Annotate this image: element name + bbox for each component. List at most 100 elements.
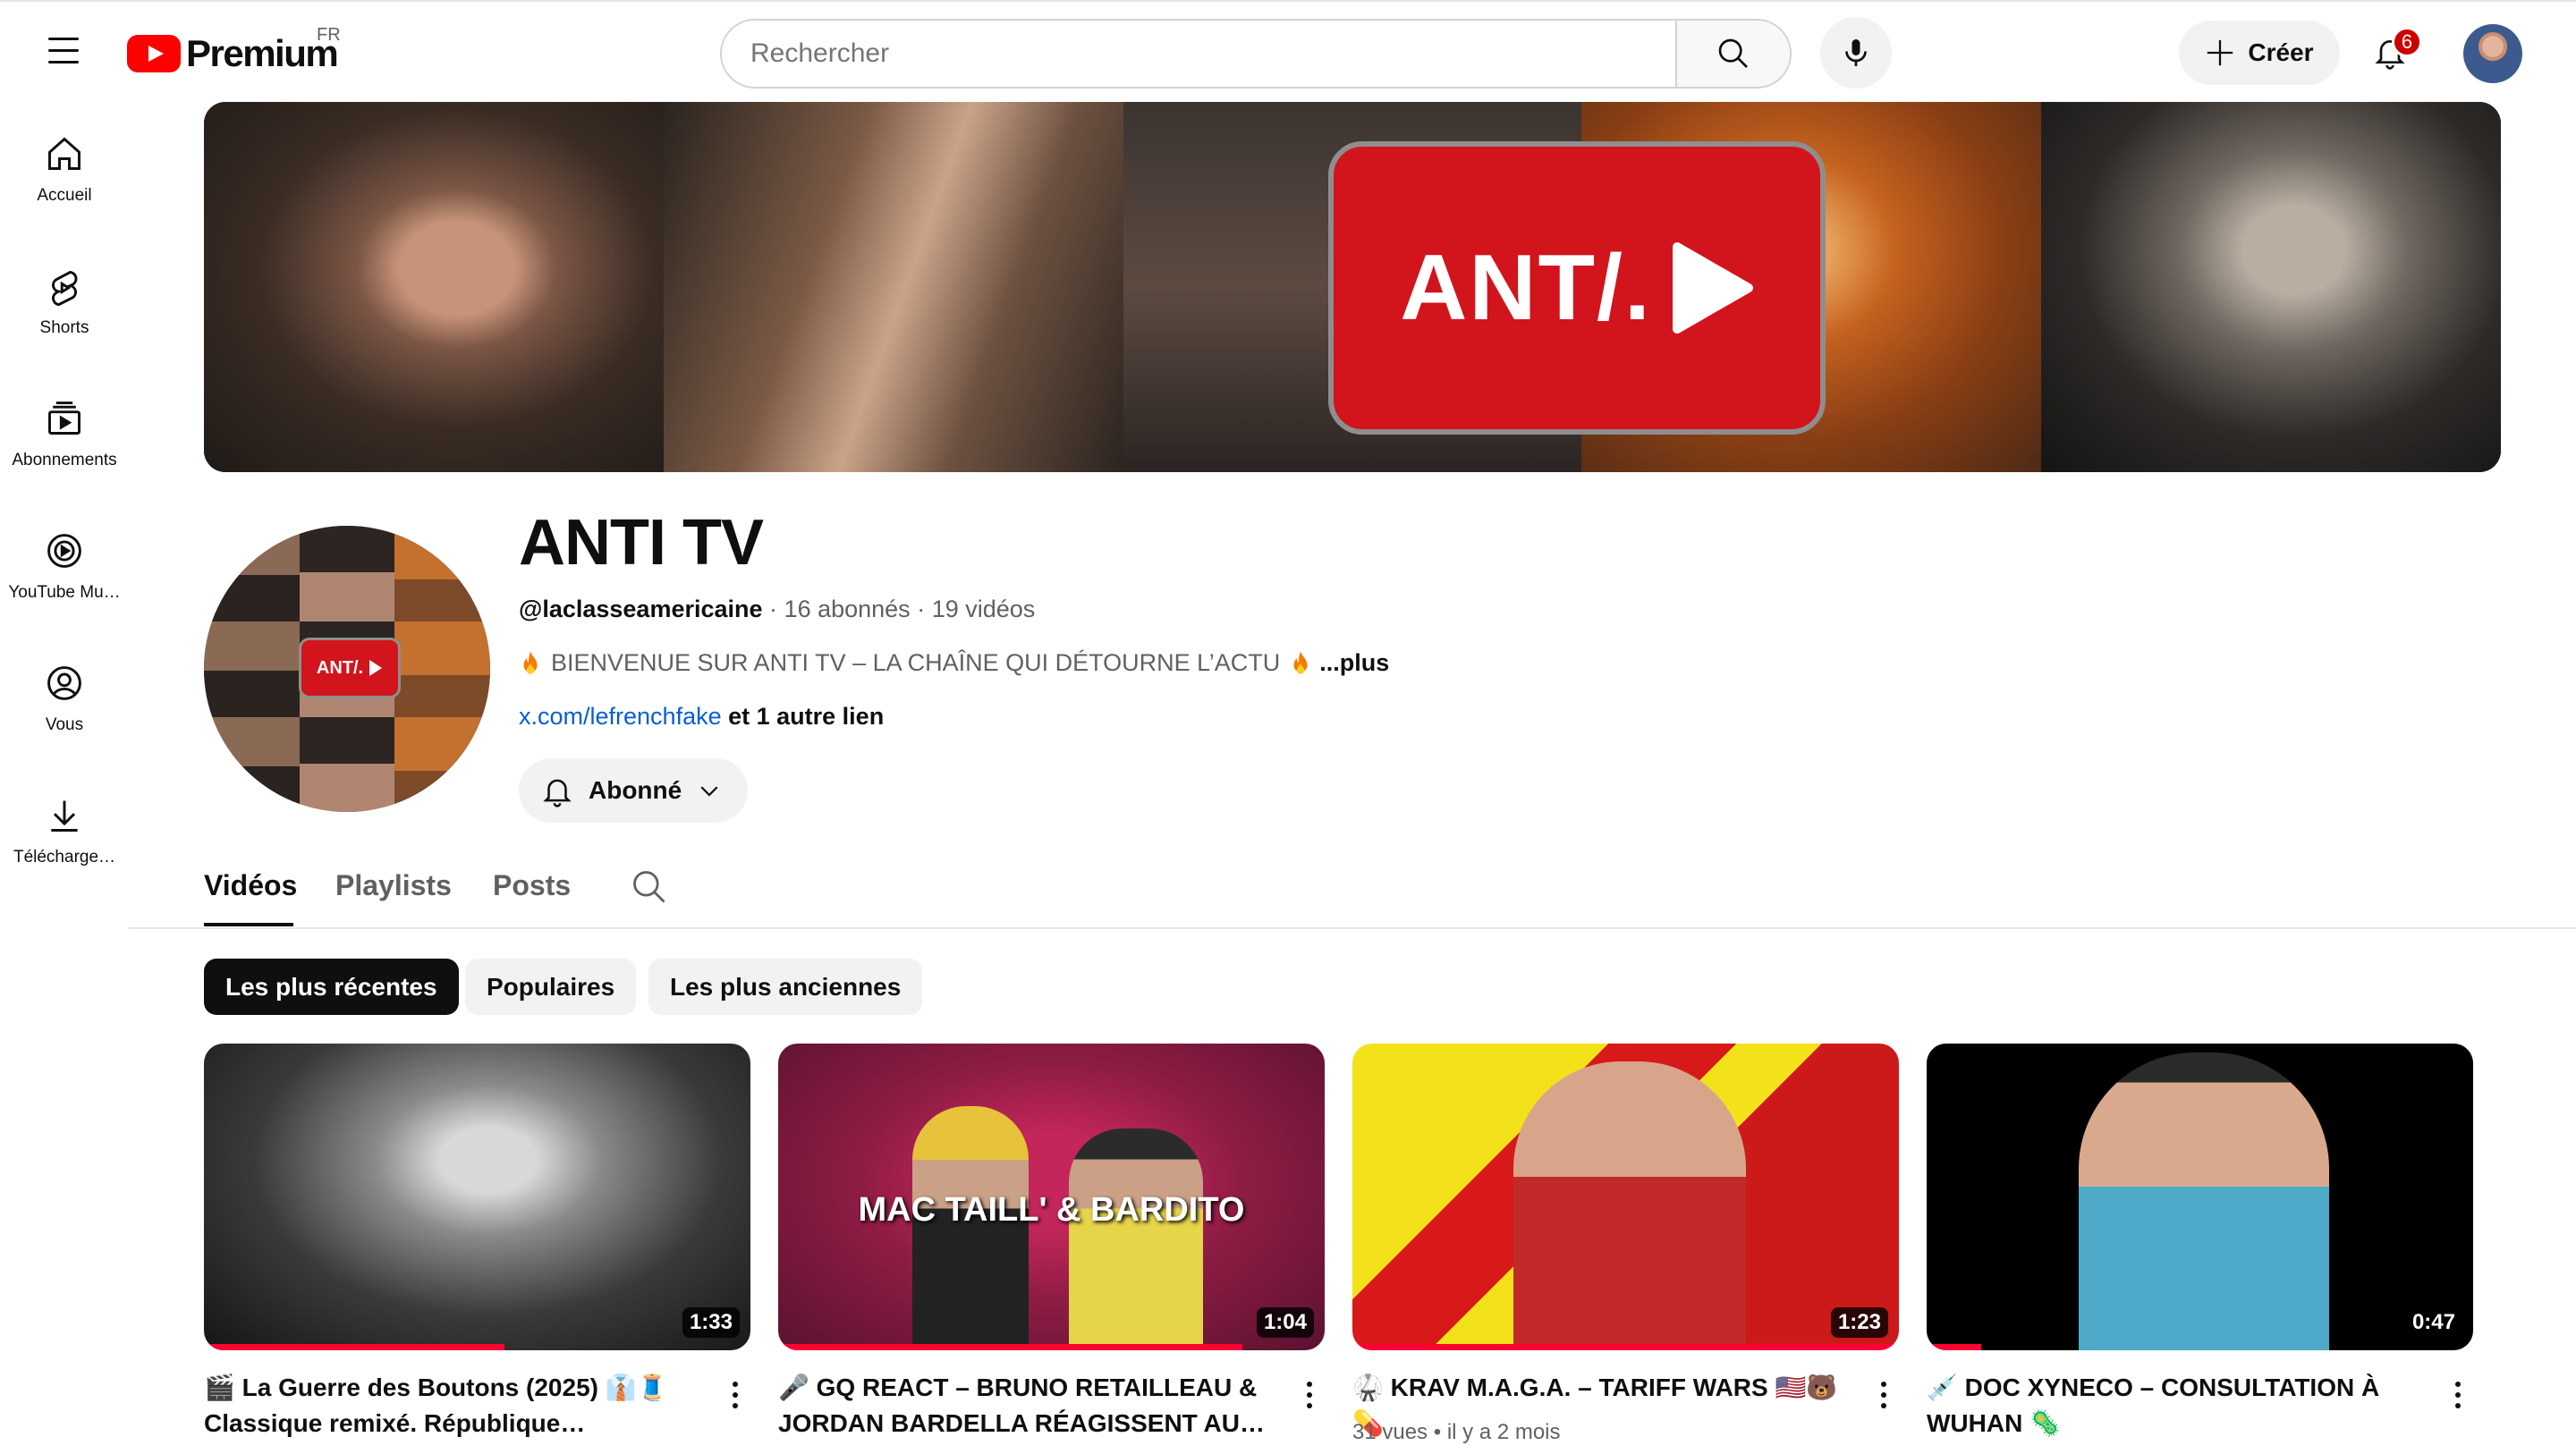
video-views: 31 vues (1352, 1420, 1428, 1444)
video-duration: 0:47 (2404, 1307, 2462, 1338)
chip-popular[interactable]: Populaires (465, 959, 637, 1015)
video-meta: 31 vues • il y a 2 mois (1352, 1420, 1561, 1444)
tab-posts[interactable]: Posts (493, 869, 571, 902)
guide-label: Télécharge… (13, 848, 116, 866)
guide-item-shorts[interactable]: Shorts (0, 266, 129, 392)
avatar-logo: ANT/. (299, 638, 401, 698)
banner-photo (664, 102, 1123, 472)
banner-logo-text: ANT/. (1400, 235, 1652, 340)
banner-photo (204, 102, 664, 472)
play-icon (1672, 242, 1753, 334)
video-duration: 1:33 (682, 1307, 740, 1338)
thumbnail-person (1513, 1061, 1746, 1350)
more-vert-icon (1881, 1382, 1886, 1408)
more-vert-icon (1307, 1382, 1312, 1408)
channel-avatar[interactable]: ANT/. (204, 526, 490, 812)
thumbnail-text: MAC TAILL' & BARDITO (858, 1191, 1245, 1229)
video-duration: 1:23 (1830, 1307, 1888, 1338)
fire-icon (523, 650, 538, 674)
create-label: Créer (2248, 38, 2314, 66)
channel-description[interactable]: BIENVENUE SUR ANTI TV – LA CHAÎNE QUI DÉ… (519, 649, 1389, 677)
video-menu-button[interactable] (1292, 1377, 1327, 1413)
video-thumbnail[interactable]: 1:33 (204, 1044, 750, 1350)
channel-name: ANTI TV (519, 507, 764, 579)
channel-banner: ANT/. (204, 102, 2501, 472)
watch-progress (1352, 1344, 1899, 1350)
shorts-icon (52, 270, 78, 306)
video-count: 19 vidéos (931, 596, 1036, 622)
channel-meta: @laclasseamericaine · 16 abonnés · 19 vi… (519, 596, 1036, 622)
video-title[interactable]: 💉 DOC XYNECO – CONSULTATION À WUHAN 🦠 (1927, 1370, 2417, 1441)
search-button[interactable] (1675, 21, 1790, 87)
guide-label: Accueil (37, 186, 92, 205)
youtube-premium-logo[interactable]: Premium (127, 29, 339, 79)
video-thumbnail[interactable]: 1:23 (1352, 1044, 1899, 1350)
home-icon (48, 137, 80, 170)
thumbnail-person (2079, 1052, 2329, 1350)
watch-progress (1927, 1344, 1982, 1350)
guide-label: Vous (45, 715, 84, 734)
masthead: Premium FR Créer 6 (0, 0, 2576, 100)
watch-progress (778, 1344, 1243, 1350)
banner-photo (2041, 102, 2501, 472)
bell-icon (543, 779, 572, 807)
subscriptions-icon (48, 402, 80, 435)
guide-label: Shorts (39, 318, 89, 337)
video-age: il y a 2 mois (1446, 1420, 1561, 1444)
download-icon (51, 800, 78, 832)
video-menu-button[interactable] (2440, 1377, 2476, 1413)
description-text: BIENVENUE SUR ANTI TV – LA CHAÎNE QUI DÉ… (551, 649, 1281, 676)
channel-search-button[interactable] (630, 867, 669, 907)
youtube-logo-icon (127, 35, 181, 72)
guide-label: YouTube Mu… (8, 583, 121, 602)
guide-item-downloads[interactable]: Télécharge… (0, 796, 129, 921)
fire-icon (1293, 650, 1308, 674)
you-icon (47, 666, 81, 700)
account-avatar[interactable] (2463, 24, 2522, 83)
channel-link[interactable]: x.com/lefrenchfake (519, 703, 722, 730)
country-code: FR (317, 25, 341, 45)
tab-playlists[interactable]: Playlists (335, 869, 452, 902)
banner-channel-logo: ANT/. (1328, 141, 1826, 435)
guide-item-home[interactable]: Accueil (0, 134, 129, 259)
create-button[interactable]: Créer (2179, 21, 2340, 85)
search-input[interactable] (722, 21, 1675, 87)
video-title[interactable]: 🎬 La Guerre des Boutons (2025) 👔🧵 Classi… (204, 1370, 694, 1441)
microphone-icon (1845, 39, 1867, 66)
guide-item-you[interactable]: Vous (0, 664, 129, 789)
guide-item-youtube-music[interactable]: YouTube Mu… (0, 531, 129, 656)
other-links[interactable]: et 1 autre lien (728, 703, 884, 730)
play-icon (369, 660, 383, 676)
menu-icon[interactable] (39, 34, 89, 70)
thumbnail-person (1069, 1129, 1203, 1350)
search-box (720, 19, 1792, 89)
video-menu-button[interactable] (1866, 1377, 1902, 1413)
guide-label: Abonnements (12, 451, 117, 469)
logo-text: Premium (186, 32, 339, 74)
guide-item-subscriptions[interactable]: Abonnements (0, 399, 129, 524)
video-thumbnail[interactable]: 0:47 (1927, 1044, 2473, 1350)
notification-count-badge: 6 (2392, 27, 2422, 57)
watch-progress (204, 1344, 505, 1350)
plus-icon (2207, 39, 2233, 66)
subscriber-count: 16 abonnés (784, 596, 911, 622)
voice-search-button[interactable] (1820, 17, 1892, 89)
tab-videos[interactable]: Vidéos (204, 869, 297, 902)
video-title[interactable]: 🎤 GQ REACT – BRUNO RETAILLEAU & JORDAN B… (778, 1370, 1268, 1441)
more-vert-icon (733, 1382, 738, 1408)
youtube-music-icon (47, 534, 81, 568)
video-thumbnail[interactable]: MAC TAILL' & BARDITO 1:04 (778, 1044, 1325, 1350)
channel-handle: @laclasseamericaine (519, 596, 763, 622)
subscribed-button[interactable]: Abonné (519, 758, 748, 823)
chip-oldest[interactable]: Les plus anciennes (648, 959, 923, 1015)
chevron-down-icon (700, 786, 718, 797)
active-tab-indicator (204, 923, 293, 926)
more-vert-icon (2455, 1382, 2461, 1408)
search-icon (1718, 38, 1748, 68)
chip-latest[interactable]: Les plus récentes (204, 959, 459, 1015)
search-icon (633, 871, 665, 903)
avatar-logo-text: ANT/. (316, 657, 364, 678)
subscribed-label: Abonné (589, 776, 682, 804)
video-menu-button[interactable] (717, 1377, 753, 1413)
description-more-link[interactable]: ...plus (1319, 649, 1389, 677)
